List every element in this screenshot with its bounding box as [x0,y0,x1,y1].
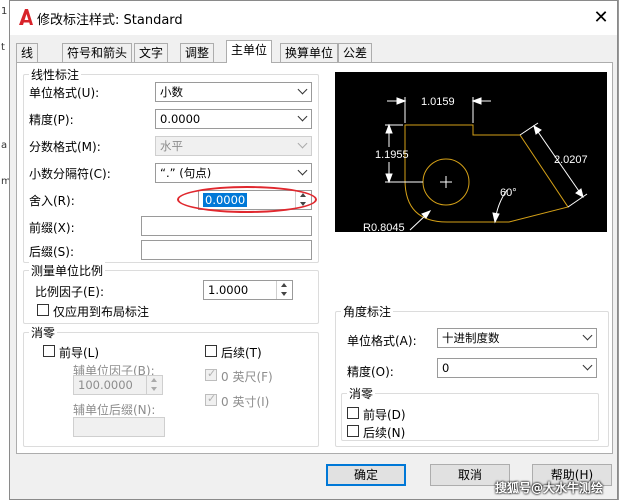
watermark-text: 搜狐号@大水牛测绘 [495,481,604,495]
angular-unit-format-value: 十进制度数 [442,331,500,345]
precision-label: 精度(P): [29,113,74,127]
close-button[interactable]: ✕ [590,7,612,29]
leading-zero-checkbox[interactable] [43,345,55,357]
scale-factor-value: 1.0000 [208,283,249,297]
arrowhead [492,212,500,224]
arrowhead [533,124,542,135]
unit-format-value: 小数 [160,85,183,99]
decimal-separator-label: 小数分隔符(C): [29,167,111,181]
arrowhead [575,188,584,199]
dim-left-text: 1.1955 [375,149,409,161]
dim-angle-text: 60° [500,187,517,199]
chevron-down-icon [297,111,308,122]
arrowhead [471,97,482,105]
dim-top-text: 1.0159 [421,96,455,108]
tab-strip: 线 符号和箭头 文字 调整 主单位 换算单位 公差 [10,40,617,63]
prefix-label: 前缀(X): [29,221,75,235]
tab-tolerances[interactable]: 公差 [338,43,373,62]
angular-leading-checkbox[interactable] [347,407,359,419]
scale-factor-spinner[interactable] [276,281,292,299]
angular-unit-format-select[interactable]: 十进制度数 [437,328,597,348]
decimal-separator-value: “.” (句点) [160,166,212,180]
chevron-down-icon [582,360,593,371]
angular-zero-title: 消零 [347,385,376,402]
sub-unit-factor-spinner [146,376,162,394]
scale-factor-input[interactable]: 1.0000 [203,280,293,300]
sub-unit-suffix-input [73,417,165,437]
linear-group-title: 线性标注 [29,66,82,83]
scale-factor-label: 比例因子(E): [35,285,104,299]
tab-text[interactable]: 文字 [134,43,169,62]
suffix-input[interactable] [141,240,312,260]
chevron-down-icon [297,84,308,95]
precision-select[interactable]: 0.0000 [155,109,312,129]
layout-only-label: 仅应用到布局标注 [53,305,150,319]
unit-format-select[interactable]: 小数 [155,82,312,102]
chevron-down-icon [297,138,308,149]
chevron-down-icon [297,165,308,176]
angular-precision-select[interactable]: 0 [437,358,597,378]
preview-labels: 1.0159 1.1955 2.0207 60° R0.8045 [363,96,588,232]
preview-canvas: 1.0159 1.1955 2.0207 60° R0.8045 [335,72,607,232]
tab-fit[interactable]: 调整 [180,43,215,62]
tab-primary-units[interactable]: 主单位 [226,40,273,63]
tab-lines[interactable]: 线 [16,43,39,62]
angular-precision-value: 0 [442,361,450,375]
arrowhead [385,173,393,184]
zero-feet-label: 0 英尺(F) [221,370,273,384]
spin-up-icon [151,378,157,382]
red-highlight-ellipse [177,186,317,213]
extension-line-diag-bottom [567,193,588,208]
sub-unit-suffix-label: 辅单位后缀(N): [73,403,156,417]
angular-group-title: 角度标注 [341,303,394,320]
left-strip-text: t [1,42,5,53]
zero-inches-label: 0 英寸(I) [221,395,270,409]
dim-right-text: 2.0207 [554,154,588,166]
ok-button[interactable]: 确定 [326,464,406,486]
chevron-down-icon [582,330,593,341]
zero-inches-checkbox [205,392,217,406]
spin-down-icon [281,292,287,296]
title-bar: 修改标注样式: Standard ✕ [10,1,617,35]
left-strip-text: a [1,140,8,151]
spin-down-icon [151,387,157,391]
dimension-style-dialog: 修改标注样式: Standard ✕ 线 符号和箭头 文字 调整 主单位 换算单… [9,0,618,500]
zero-group-title: 消零 [29,324,58,341]
trailing-zero-checkbox[interactable] [205,345,217,357]
arrowhead [385,123,393,134]
autocad-logo-icon [19,9,33,25]
layout-only-checkbox[interactable] [37,304,49,316]
left-strip-text: 1 [1,6,8,17]
angular-trailing-label: 后续(N) [363,426,406,440]
decimal-separator-select[interactable]: “.” (句点) [155,163,312,183]
angular-leading-label: 前导(D) [363,408,406,422]
prefix-input[interactable] [141,216,312,236]
angular-precision-label: 精度(O): [347,365,394,379]
tab-alternate-units[interactable]: 换算单位 [280,43,339,62]
spin-up-icon [281,283,287,287]
suffix-label: 后缀(S): [29,245,75,259]
primary-units-panel: 线性标注 单位格式(U): 小数 精度(P): 0.0000 分数格式(M): … [16,62,613,454]
arrowhead [396,97,407,105]
round-off-label: 舍入(R): [29,194,75,208]
dim-radius-text: R0.8045 [363,222,405,232]
angular-trailing-checkbox[interactable] [347,425,359,437]
angular-unit-format-label: 单位格式(A): [347,334,417,348]
fraction-format-select: 水平 [155,136,312,156]
sub-unit-factor-input: 100.0000 [73,375,163,395]
unit-format-label: 单位格式(U): [29,86,100,100]
fraction-format-value: 水平 [160,139,183,153]
precision-value: 0.0000 [160,112,201,126]
fraction-format-label: 分数格式(M): [29,140,101,154]
right-background-window [618,0,628,500]
trailing-zero-label: 后续(T) [221,346,262,360]
zero-feet-checkbox [205,367,217,381]
sub-unit-factor-value: 100.0000 [78,378,133,392]
scale-group-title: 测量单位比例 [29,262,106,279]
window-title: 修改标注样式: Standard [37,13,183,28]
tab-symbols-arrows[interactable]: 符号和箭头 [62,43,133,62]
leading-zero-label: 前导(L) [59,346,100,360]
